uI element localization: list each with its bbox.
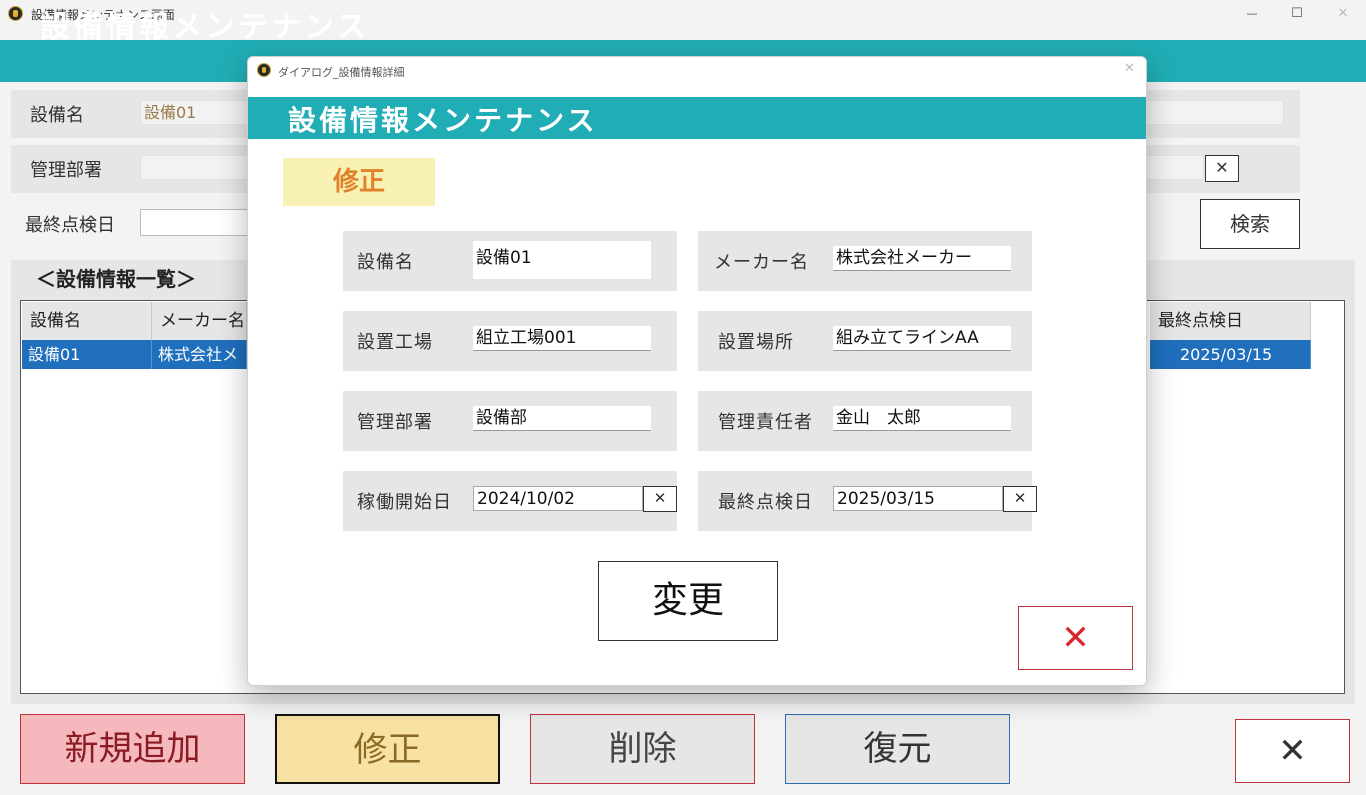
change-button[interactable]: 変更 [598,561,778,641]
main-header-title: 設備情報メンテナンス [40,10,370,45]
start-date-label: 稼働開始日 [357,492,452,513]
location-label: 設置場所 [718,332,794,353]
mode-badge: 修正 [283,158,435,206]
department-label: 管理部署 [30,160,102,181]
department-label: 管理部署 [357,412,433,433]
equipment-list-title: ＜設備情報一覧＞ [36,267,196,291]
equipment-name-label: 設備名 [357,252,414,273]
column-header-equipment[interactable]: 設備名 [22,302,152,340]
dialog-close-icon[interactable]: ✕ [1124,61,1135,76]
dialog-header-title: 設備情報メンテナンス [288,104,598,137]
factory-label: 設置工場 [357,332,433,353]
equipment-name-label: 設備名 [30,105,84,126]
department-clear-button[interactable]: ✕ [1205,155,1239,182]
delete-button[interactable]: 削除 [530,714,755,784]
search-button[interactable]: 検索 [1200,199,1300,249]
equipment-name-input[interactable]: 設備01 [473,241,651,279]
last-inspection-label: 最終点検日 [25,215,115,236]
last-inspection-input[interactable] [140,209,250,236]
field-cell-last-inspection: 最終点検日 2025/03/15 ✕ [698,471,1037,531]
field-cell-manager: 管理責任者 金山 太郎 [698,391,1032,451]
field-cell-factory: 設置工場 組立工場001 [343,311,677,371]
column-header-maker[interactable]: メーカー名 [152,302,247,340]
maximize-icon[interactable]: ☐ [1285,4,1309,24]
minimize-icon[interactable]: — [1240,4,1264,24]
last-inspection-clear-button[interactable]: ✕ [1003,486,1037,512]
field-cell-department: 管理部署 設備部 [343,391,677,451]
restore-button[interactable]: 復元 [785,714,1010,784]
dialog-logo-icon [257,63,271,77]
start-date-input[interactable]: 2024/10/02 [473,486,643,511]
edit-button[interactable]: 修正 [275,714,500,784]
last-inspection-label: 最終点検日 [718,492,813,513]
department-input[interactable]: 設備部 [473,406,651,431]
last-inspection-input[interactable]: 2025/03/15 [833,486,1003,511]
column-header-last-inspection[interactable]: 最終点検日 [1150,302,1311,340]
manager-label: 管理責任者 [718,412,813,433]
app-logo-icon [8,6,23,21]
equipment-detail-dialog: ダイアログ_設備情報詳細 ✕ 設備情報メンテナンス 修正 設備名 設備01 メー… [247,56,1147,686]
window-close-icon[interactable]: ✕ [1331,4,1355,24]
field-cell-equipment-name: 設備名 設備01 [343,231,677,291]
table-row-cell-maker[interactable]: 株式会社メ [152,340,247,369]
table-row-cell-equipment[interactable]: 設備01 [22,340,152,369]
location-input[interactable]: 組み立てラインAA [833,326,1011,351]
factory-input[interactable]: 組立工場001 [473,326,651,351]
maker-name-input[interactable]: 株式会社メーカー [833,246,1011,271]
maker-name-label: メーカー名 [714,252,809,273]
add-new-button[interactable]: 新規追加 [20,714,245,784]
field-cell-start-date: 稼働開始日 2024/10/02 ✕ [343,471,677,531]
manager-input[interactable]: 金山 太郎 [833,406,1011,431]
start-date-clear-button[interactable]: ✕ [643,486,677,512]
main-close-button[interactable]: ✕ [1235,719,1350,783]
field-cell-location: 設置場所 組み立てラインAA [698,311,1032,371]
table-row-cell-last-inspection[interactable]: 2025/03/15 [1150,340,1311,369]
field-cell-maker-name: メーカー名 株式会社メーカー [698,231,1032,291]
dialog-close-button[interactable]: ✕ [1018,606,1133,670]
dialog-title: ダイアログ_設備情報詳細 [278,66,405,79]
